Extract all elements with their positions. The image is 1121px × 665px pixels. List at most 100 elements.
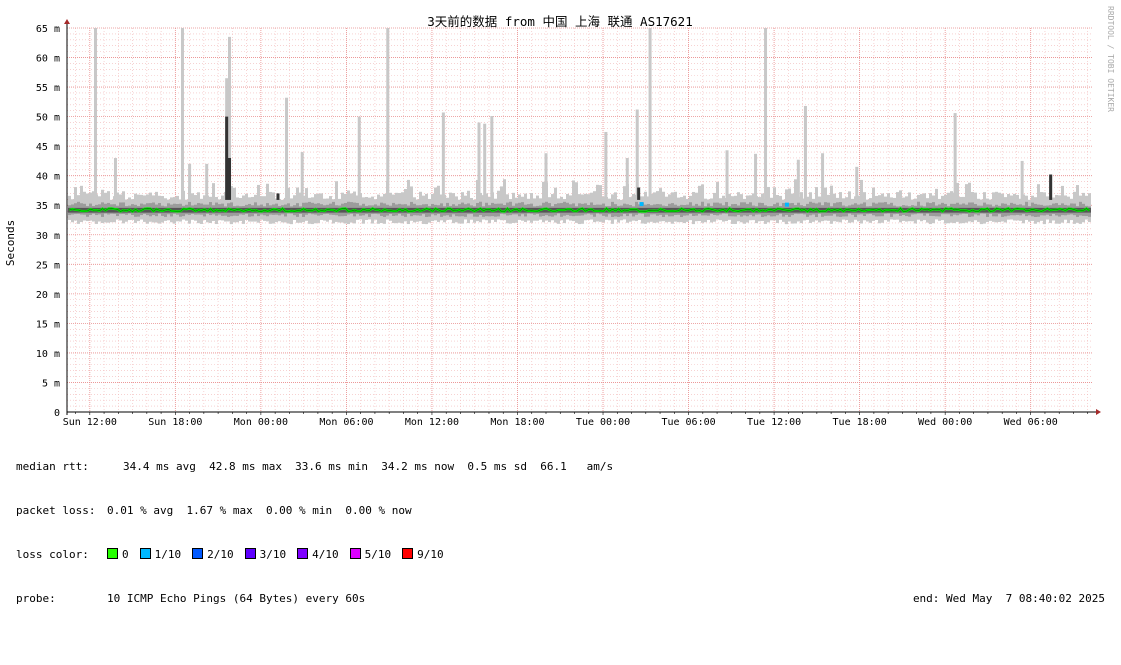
loss-legend-item: 0 — [107, 547, 129, 561]
loss-color-swatch — [349, 547, 361, 559]
latency-spike — [953, 113, 957, 200]
loss-color-text: 3/10 — [259, 547, 287, 561]
x-axis-arrow — [1096, 409, 1101, 415]
loss-legend-item: 4/10 — [297, 547, 339, 561]
latency-spike-dark — [276, 193, 280, 200]
latency-spike — [604, 131, 608, 200]
smoke-column — [575, 182, 578, 223]
probe-label: probe: — [16, 591, 56, 605]
loss-legend-item: 2/10 — [192, 547, 234, 561]
latency-spike-dark — [225, 116, 229, 200]
smoke-column — [257, 184, 260, 223]
smoke-column — [233, 187, 236, 223]
smoke-column — [896, 192, 899, 220]
loss-color-text: 1/10 — [154, 547, 182, 561]
x-tick-label: Wed 06:00 — [1004, 417, 1058, 428]
latency-spike — [113, 157, 117, 200]
smoke-column — [335, 181, 338, 222]
x-tick-label: Sun 18:00 — [148, 417, 202, 428]
smoke-column — [830, 185, 833, 224]
x-tick-label: Tue 06:00 — [661, 417, 715, 428]
y-tick-label: 45 m — [36, 142, 60, 153]
loss-legend-item: 9/10 — [402, 547, 444, 561]
latency-spike — [285, 97, 289, 200]
latency-spike — [1020, 160, 1024, 200]
y-tick-label: 20 m — [36, 290, 60, 301]
smoke-column — [623, 186, 626, 220]
end-timestamp: end: Wed May 7 08:40:02 2025 — [912, 591, 1105, 605]
x-tick-label: Wed 00:00 — [918, 417, 972, 428]
latency-spike — [725, 150, 729, 200]
x-tick-label: Tue 18:00 — [833, 417, 887, 428]
smoke-column — [794, 179, 797, 224]
smokeping-chart: 0 5 m 10 m 15 m 20 m 25 m 30 m 35 m 40 m 45 m 50 m… — [4, 6, 1115, 428]
y-tick-label: 35 m — [36, 201, 60, 212]
y-tick-label: 25 m — [36, 260, 60, 271]
latency-spike-dark — [228, 157, 232, 200]
smoke-column — [500, 186, 503, 221]
probe-row: probe: 10 ICMP Echo Pings (64 Bytes) eve… — [16, 592, 1111, 607]
loss-color-swatch — [192, 547, 204, 559]
latency-spike — [386, 28, 390, 200]
loss-color-swatch — [139, 547, 151, 559]
loss-color-legend: 0 1/10 2/10 3/10 4/10 5/10 9/10 — [107, 547, 455, 563]
latency-spike — [796, 159, 800, 200]
x-tick-label: Mon 00:00 — [234, 417, 288, 428]
loss-color-text: 5/10 — [364, 547, 392, 561]
smoke-column — [407, 179, 410, 225]
loss-color-label: loss color: — [16, 547, 89, 561]
latency-spike — [648, 28, 652, 200]
latency-spike — [188, 163, 192, 200]
smoke-column — [767, 186, 770, 223]
loss-color-swatch — [107, 547, 118, 559]
latency-spike — [821, 153, 825, 200]
smoke-column — [212, 183, 215, 222]
rrdtool-credit: RRDTOOL / TOBI OETIKER — [1106, 6, 1115, 112]
packet-loss-row: packet loss: 0.01 % avg 1.67 % max 0.00 … — [16, 504, 1111, 519]
median-rtt-row: median rtt: 34.4 ms avg 42.8 ms max 33.6… — [16, 460, 1111, 475]
x-tick-label: Tue 00:00 — [576, 417, 630, 428]
median-rtt-label: median rtt: — [16, 460, 89, 474]
y-axis-arrow — [64, 19, 70, 24]
loss-legend-item: 3/10 — [244, 547, 287, 561]
y-tick-label: 0 — [54, 408, 60, 419]
x-tick-label: Mon 18:00 — [490, 417, 544, 428]
smoke-column — [965, 184, 968, 223]
y-tick-label: 10 m — [36, 349, 60, 360]
latency-spike — [855, 166, 859, 200]
latency-spike — [441, 112, 445, 200]
y-tick-label: 5 m — [42, 378, 60, 389]
smoke-column — [860, 179, 863, 224]
loss-marker — [639, 202, 644, 207]
loss-color-text: 9/10 — [417, 547, 444, 561]
chart-title: 3天前的数据 from 中国 上海 联通 AS17621 — [427, 14, 692, 29]
loss-color-row: loss color: 0 1/10 2/10 3/10 4/10 5/10 9/10 — [16, 547, 1111, 563]
loss-color-text: 2/10 — [207, 547, 234, 561]
packet-loss-label: packet loss: — [16, 503, 96, 517]
smoke-column — [596, 184, 599, 222]
latency-spike — [94, 28, 98, 200]
smoke-column — [698, 185, 701, 222]
probe-value: 10 ICMP Echo Pings (64 Bytes) every 60s — [107, 591, 366, 605]
latency-spike-dark — [1049, 174, 1053, 200]
latency-spike — [544, 153, 548, 200]
latency-spike-dark — [637, 187, 641, 200]
loss-color-swatch — [297, 547, 309, 559]
axis-layer: 0 5 m 10 m 15 m 20 m 25 m 30 m 35 m 40 m 45 m 50 m… — [36, 19, 1101, 428]
loss-legend-item: 5/10 — [349, 547, 392, 561]
smoke-column — [437, 185, 440, 222]
x-tick-label: Mon 12:00 — [405, 417, 459, 428]
stats-footer: median rtt: 34.4 ms avg 42.8 ms max 33.6… — [16, 431, 1111, 621]
median-rtt-value: 34.4 ms avg 42.8 ms max 33.6 ms min 34.2… — [123, 460, 614, 474]
latency-spike — [205, 163, 209, 200]
y-tick-label: 40 m — [36, 172, 60, 183]
y-axis-label: Seconds — [4, 220, 17, 266]
y-tick-label: 30 m — [36, 231, 60, 242]
y-tick-label: 50 m — [36, 113, 60, 124]
latency-spike — [754, 153, 758, 200]
latency-spike — [477, 122, 481, 200]
latency-spike — [483, 123, 487, 200]
latency-spike — [180, 28, 184, 200]
packet-loss-value: 0.01 % avg 1.67 % max 0.00 % min 0.00 % … — [107, 503, 412, 517]
latency-spike — [357, 116, 361, 200]
